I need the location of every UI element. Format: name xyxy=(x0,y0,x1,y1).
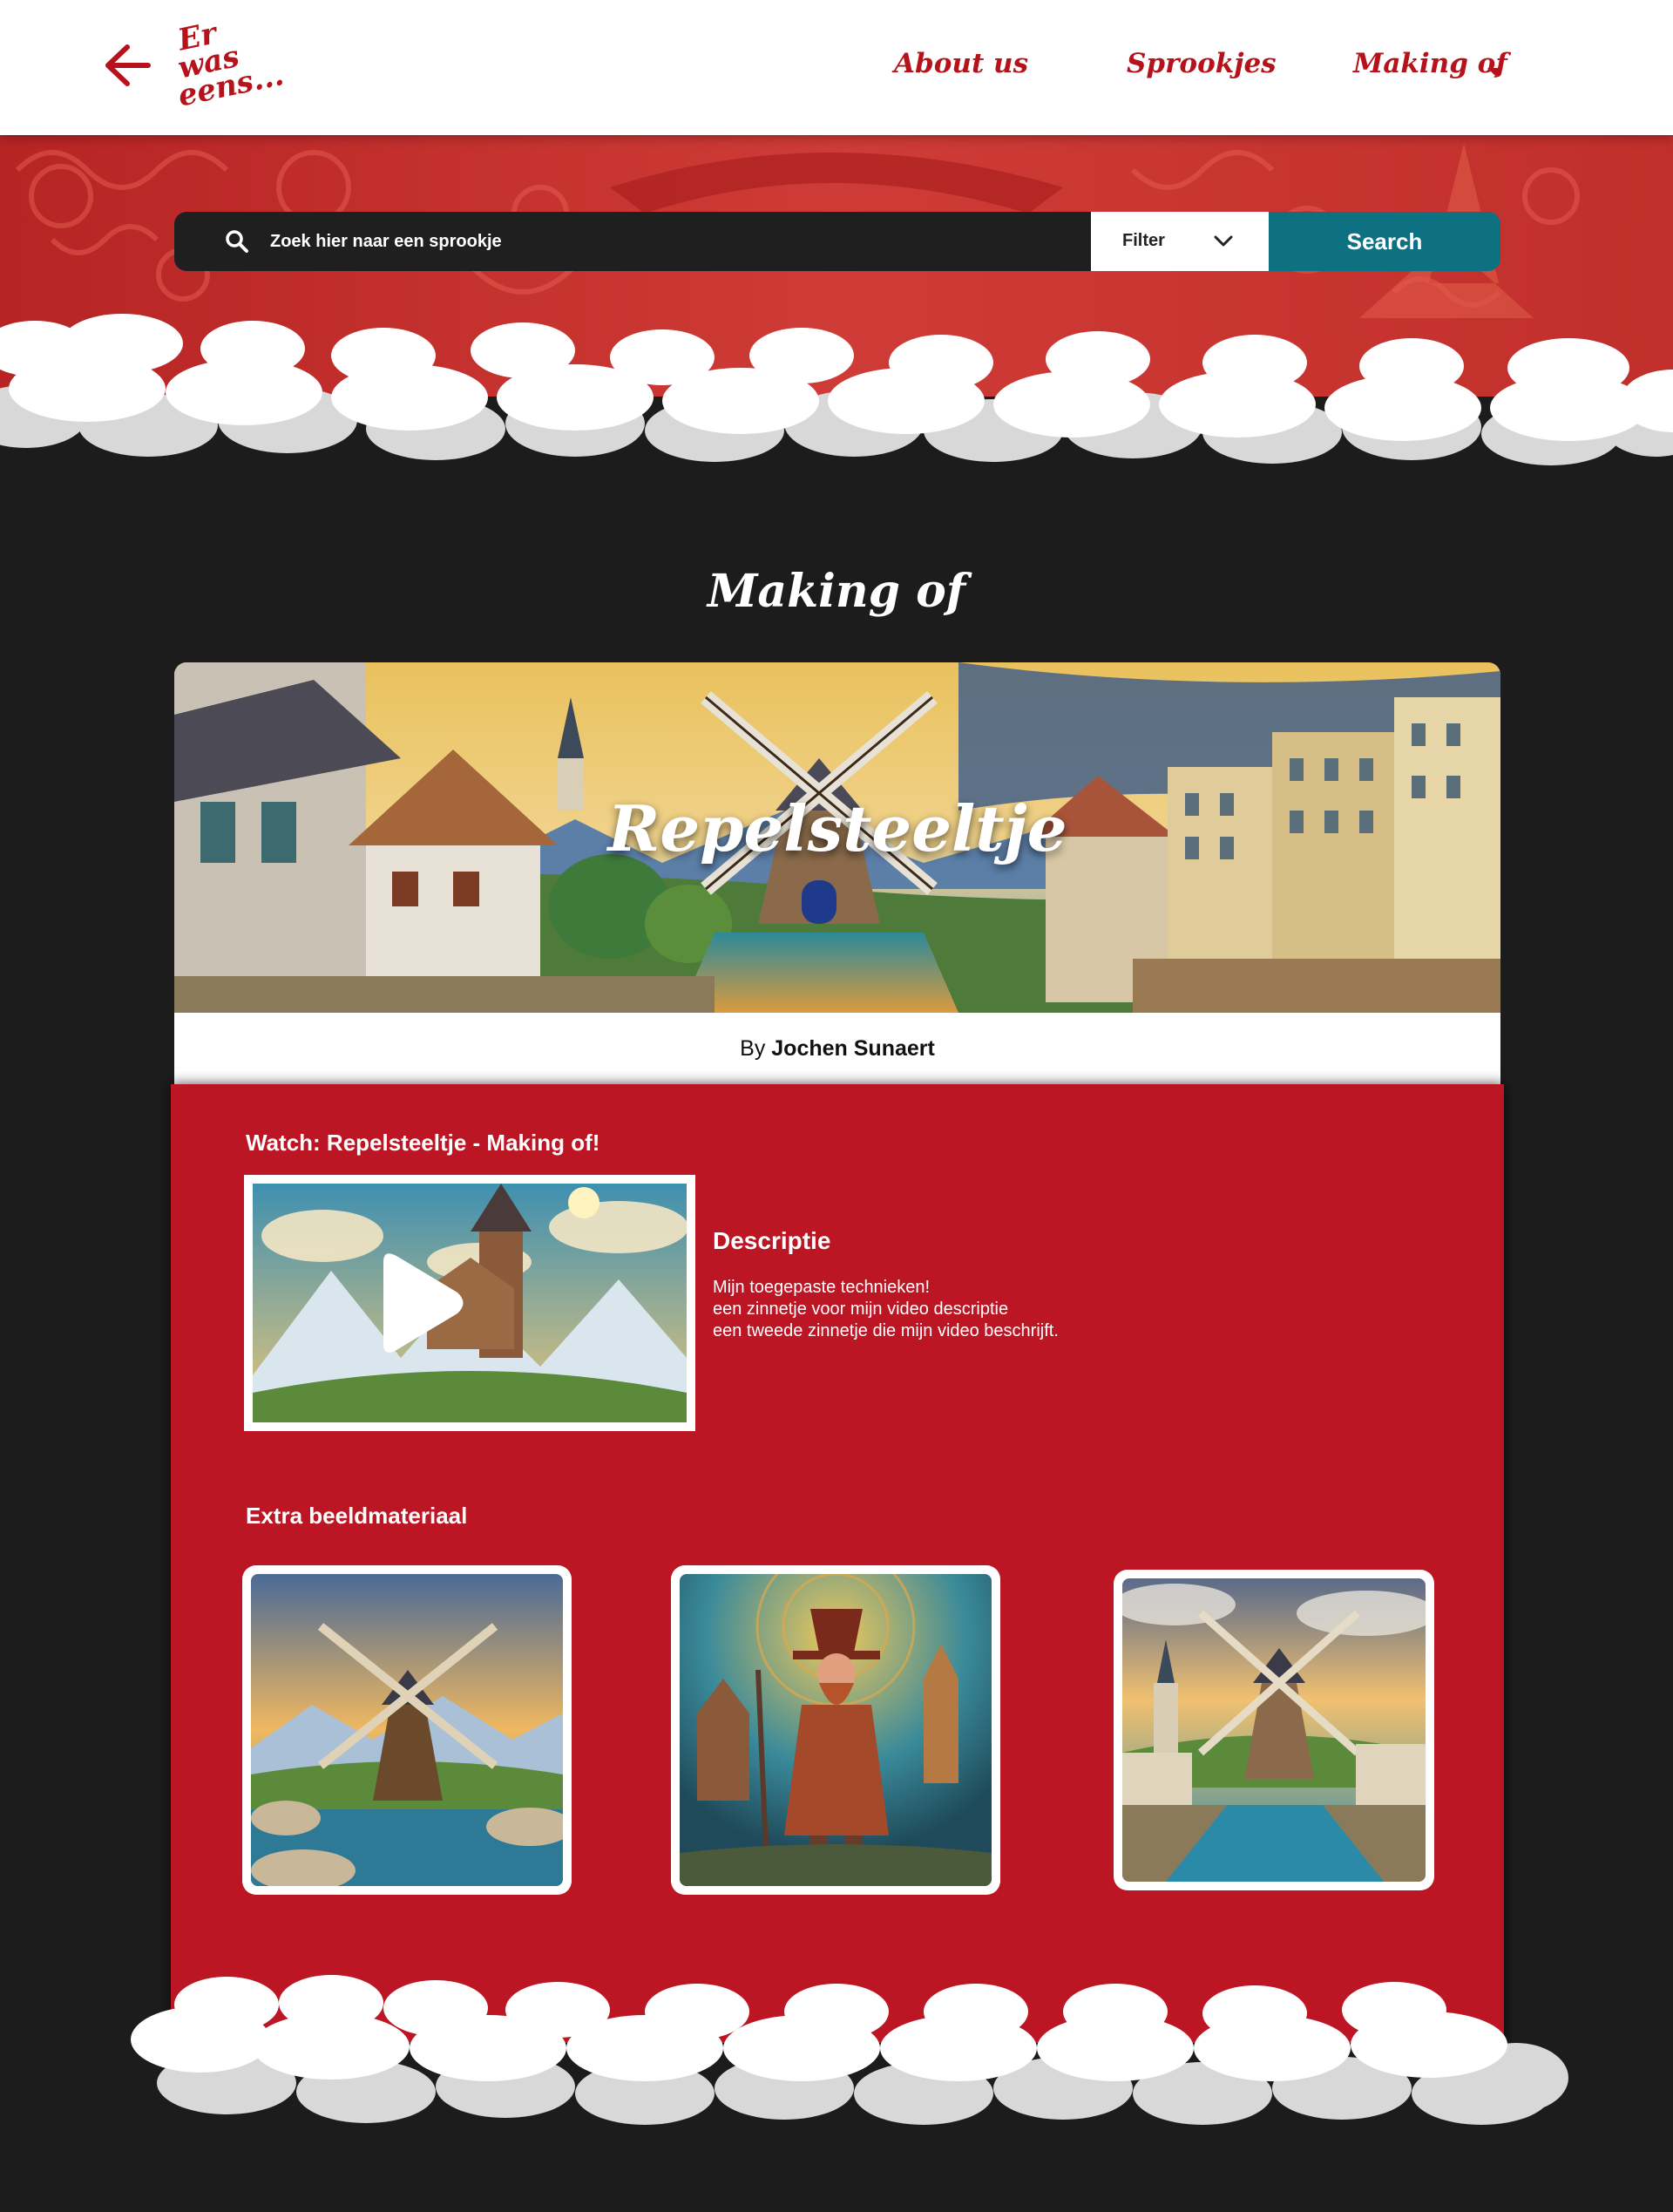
back-arrow-icon[interactable] xyxy=(103,44,152,87)
nav-making-of[interactable]: Making of xyxy=(1353,48,1507,79)
search-field[interactable] xyxy=(174,212,1091,271)
cloud-divider-top xyxy=(0,314,1673,471)
filter-dropdown[interactable]: Filter xyxy=(1091,212,1269,271)
chevron-down-icon xyxy=(1214,235,1233,247)
description-line-3: een tweede zinnetje die mijn video besch… xyxy=(713,1321,1059,1340)
gallery-image xyxy=(680,1574,992,1886)
gallery-image xyxy=(1122,1578,1426,1882)
byline-prefix: By xyxy=(740,1036,766,1061)
search-input[interactable] xyxy=(270,212,1054,271)
page-title: Making of xyxy=(707,565,966,618)
site-logo[interactable]: Er was eens... xyxy=(175,16,287,113)
nav-sprookjes[interactable]: Sprookjes xyxy=(1127,48,1277,79)
author-byline: By Jochen Sunaert xyxy=(174,1013,1500,1084)
gallery-image xyxy=(251,1574,563,1886)
story-banner[interactable]: Repelsteeltje xyxy=(174,662,1500,1013)
extra-image-windmill-river[interactable] xyxy=(242,1565,572,1895)
video-thumbnail xyxy=(253,1184,688,1422)
search-icon xyxy=(226,230,248,253)
author-name: Jochen Sunaert xyxy=(771,1036,935,1061)
cloud-divider-bottom xyxy=(131,1975,1568,2125)
search-bar: Filter Search xyxy=(174,212,1500,271)
filter-label: Filter xyxy=(1122,231,1165,250)
extra-images-heading: Extra beeldmateriaal xyxy=(246,1503,468,1529)
description-line-2: een zinnetje voor mijn video descriptie xyxy=(713,1299,1009,1319)
top-navigation-bar: Er was eens... About us Sprookjes Making… xyxy=(0,0,1673,135)
search-button[interactable]: Search xyxy=(1269,212,1500,271)
video-player[interactable] xyxy=(244,1175,695,1431)
story-title: Repelsteeltje xyxy=(607,791,1067,865)
caret-down-icon[interactable] xyxy=(1487,68,1503,76)
extra-image-windmill-canal[interactable] xyxy=(1114,1570,1434,1890)
description-title: Descriptie xyxy=(713,1227,831,1254)
nav-about-us[interactable]: About us xyxy=(894,48,1028,79)
extra-image-repelsteeltje-character[interactable] xyxy=(671,1565,1000,1895)
video-section-heading: Watch: Repelsteeltje - Making of! xyxy=(246,1130,600,1156)
description-line-1: Mijn toegepaste technieken! xyxy=(713,1278,931,1297)
